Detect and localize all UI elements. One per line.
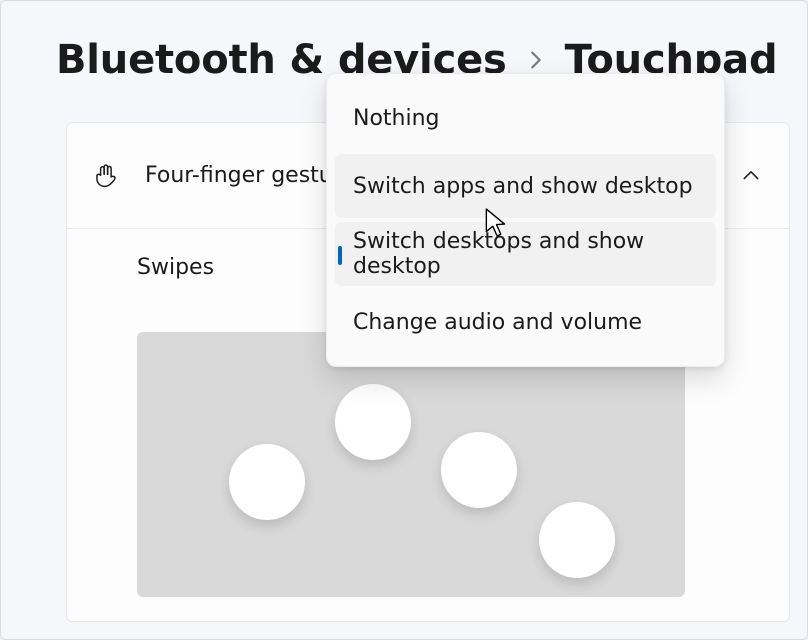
gesture-finger [539, 502, 615, 578]
gesture-finger [335, 384, 411, 460]
dropdown-option[interactable]: Switch apps and show desktop [335, 154, 716, 218]
gesture-finger [441, 432, 517, 508]
chevron-up-icon [741, 166, 761, 186]
gesture-preview [137, 332, 685, 597]
gesture-finger [229, 444, 305, 520]
hand-icon [89, 160, 121, 192]
dropdown-option[interactable]: Nothing [335, 86, 716, 150]
dropdown-option[interactable]: Change audio and volume [335, 290, 716, 354]
dropdown-option[interactable]: Switch desktops and show desktop [335, 222, 716, 286]
swipes-dropdown-menu: NothingSwitch apps and show desktopSwitc… [326, 73, 725, 367]
